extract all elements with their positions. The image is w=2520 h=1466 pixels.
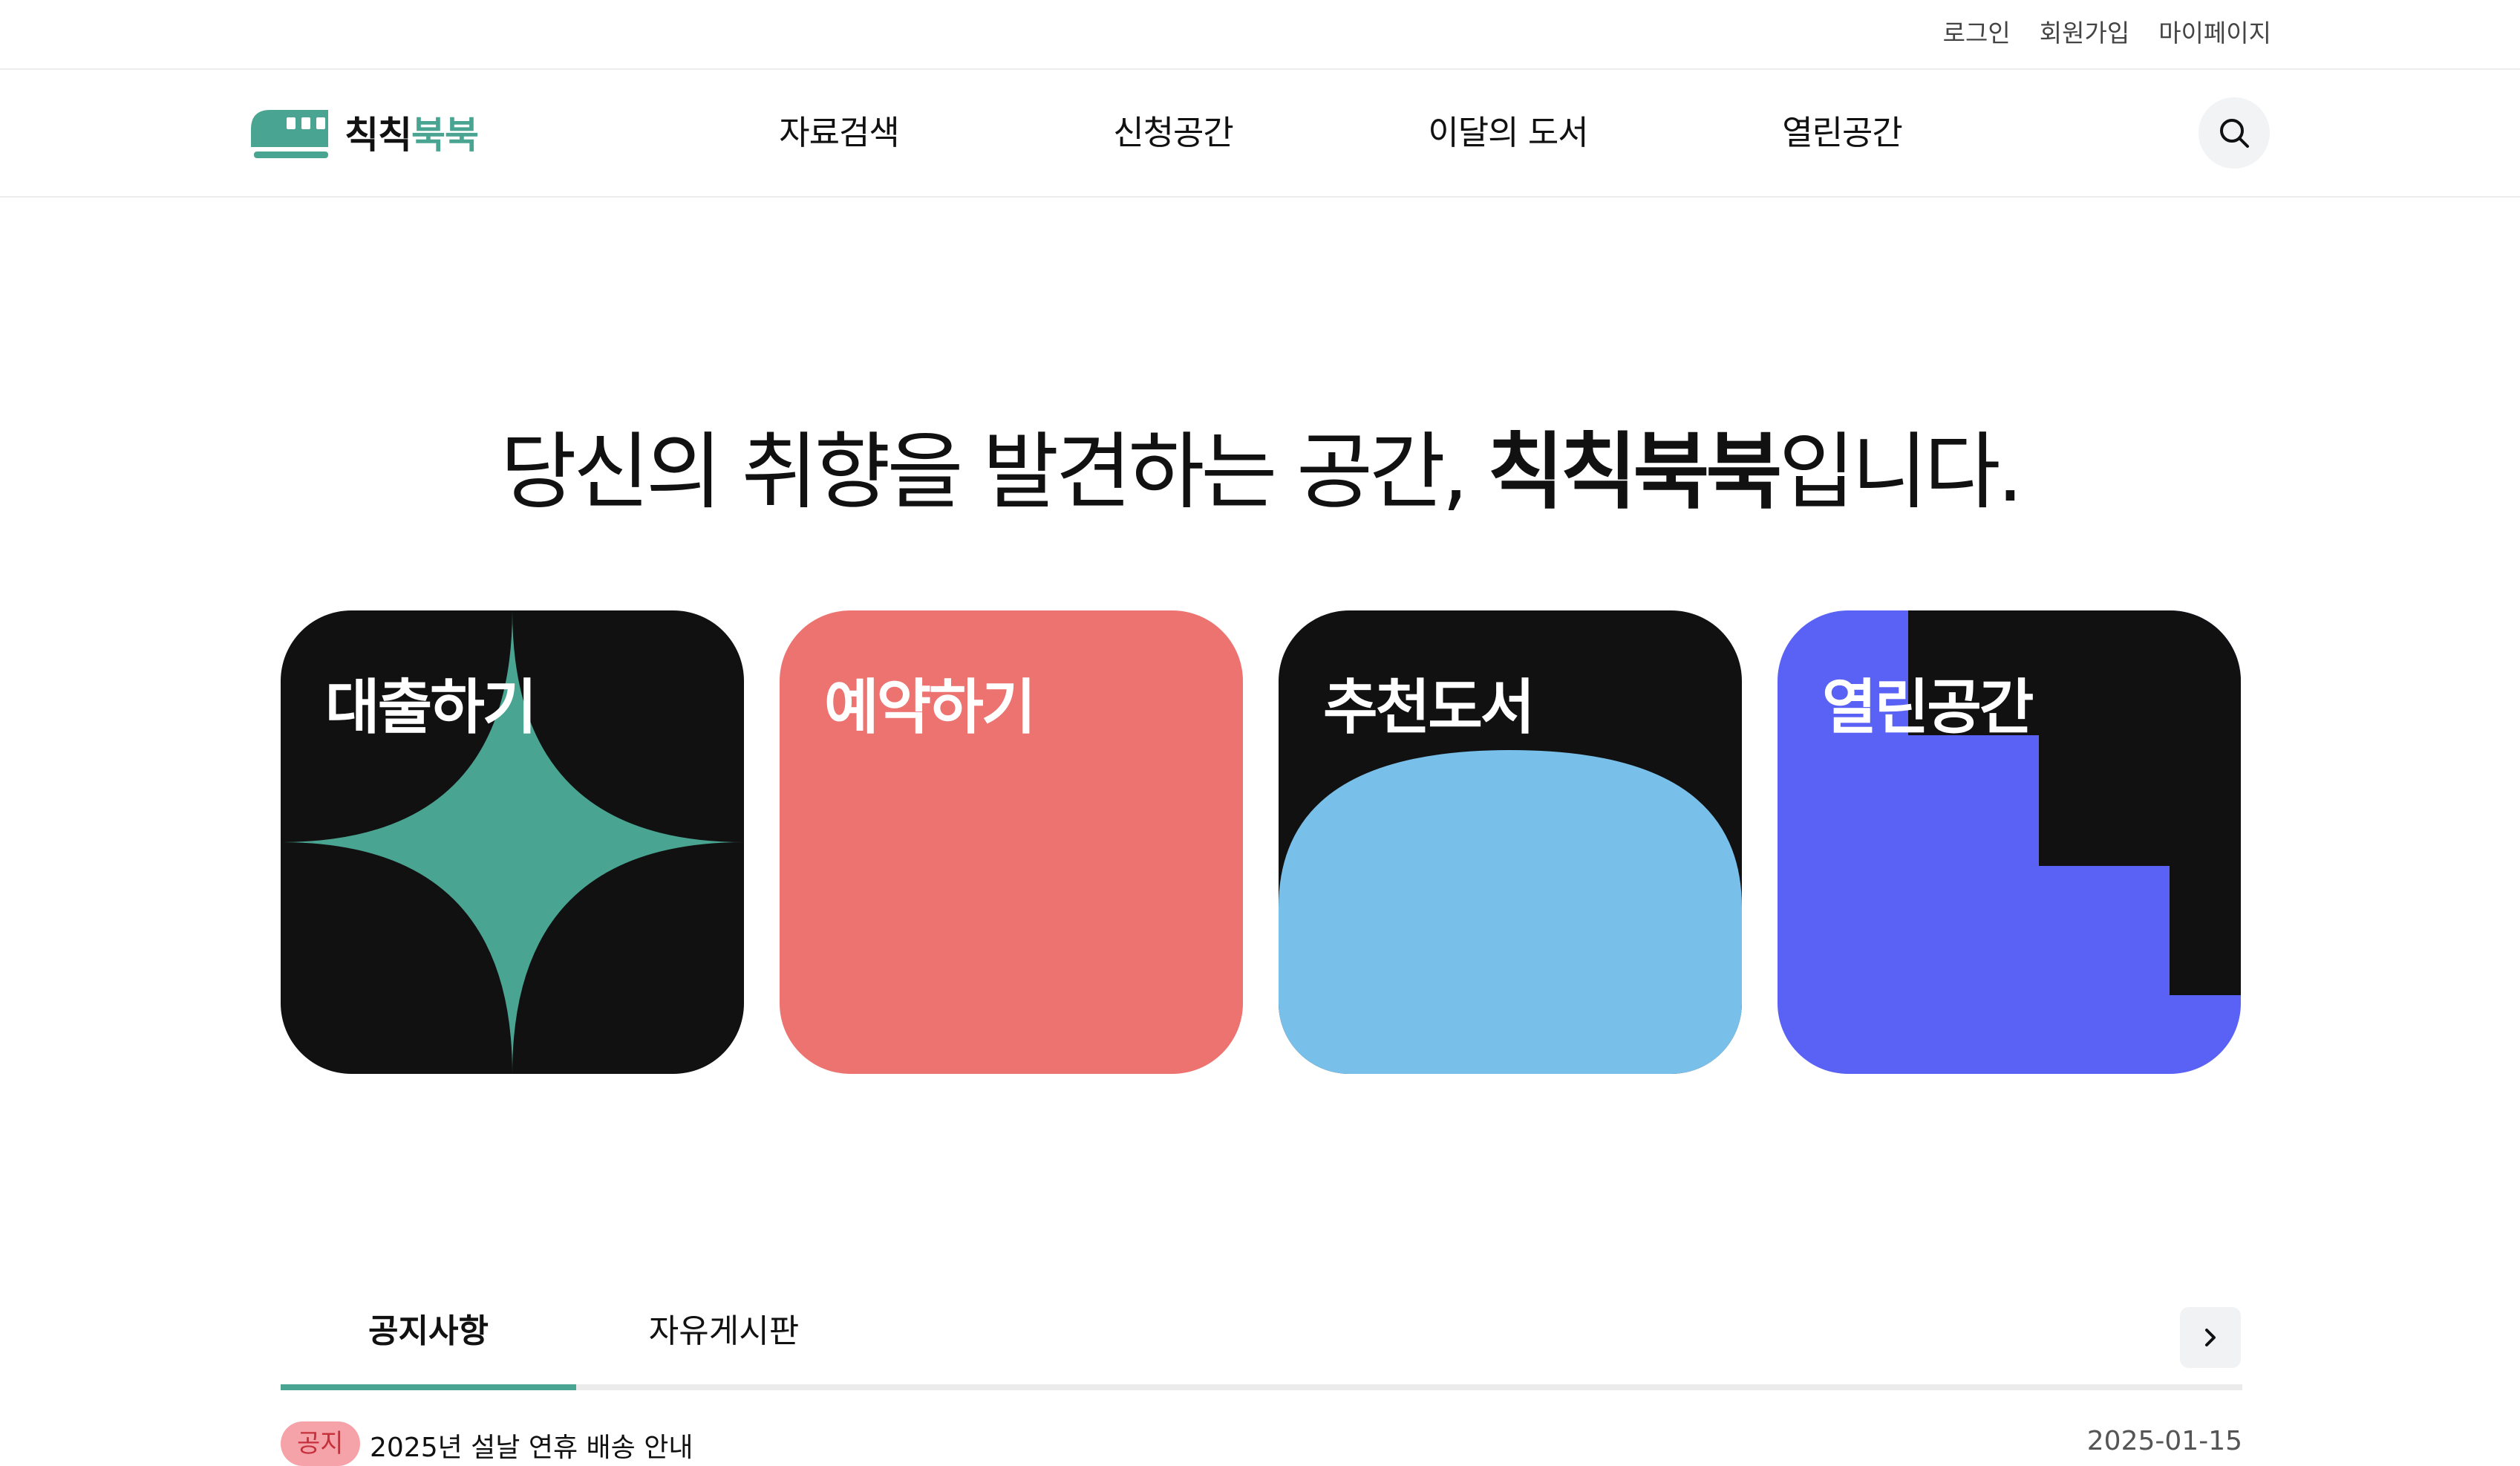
login-link[interactable]: 로그인: [1943, 13, 2011, 49]
card-recommend-label: 추천도서: [1323, 673, 1535, 742]
chevron-right-icon: [2205, 1329, 2216, 1346]
more-button[interactable]: [2180, 1307, 2241, 1368]
search-icon: [2220, 119, 2249, 148]
hero-title: 당신의 취향을 발견하는 공간, 칙칙북북입니다.: [500, 424, 2023, 521]
post-title[interactable]: 2025년 설날 연휴 배송 안내: [370, 1426, 693, 1465]
nav-item-request[interactable]: 신청공간: [1113, 70, 1234, 196]
notice-badge: 공지: [281, 1421, 360, 1466]
card-reserve-label: 예약하기: [824, 673, 1036, 742]
card-loan-label: 대출하기: [325, 673, 537, 742]
main-nav: 자료검색 신청공간 이달의 도서 열린공간: [0, 70, 2520, 196]
card-loan[interactable]: 대출하기: [281, 610, 744, 1074]
card-open-space-label: 열린공간: [1822, 673, 2034, 742]
list-item[interactable]: 공지 2025년 설날 연휴 배송 안내 2025-01-15: [281, 1420, 2242, 1466]
card-open-space[interactable]: 열린공간: [1778, 610, 2241, 1074]
search-button[interactable]: [2199, 97, 2270, 169]
board-tabs: 공지사항 자유게시판: [281, 1292, 2242, 1390]
nav-item-open-space[interactable]: 열린공간: [1782, 70, 1903, 196]
tab-active-indicator: [281, 1384, 576, 1390]
utility-bar: 로그인 회원가입 마이페이지: [0, 0, 2520, 70]
card-recommend[interactable]: 추천도서: [1279, 610, 1742, 1074]
card-reserve[interactable]: 예약하기: [780, 610, 1243, 1074]
header: 칙칙북북 자료검색 신청공간 이달의 도서 열린공간: [0, 70, 2520, 198]
nav-item-search[interactable]: 자료검색: [779, 70, 900, 196]
tab-notice[interactable]: 공지사항: [281, 1292, 576, 1384]
utility-links: 로그인 회원가입 마이페이지: [1943, 0, 2271, 62]
tab-free-board[interactable]: 자유게시판: [576, 1292, 872, 1384]
mypage-link[interactable]: 마이페이지: [2158, 13, 2271, 49]
nav-item-monthly-book[interactable]: 이달의 도서: [1428, 70, 1588, 196]
post-date: 2025-01-15: [2086, 1426, 2242, 1456]
signup-link[interactable]: 회원가입: [2040, 13, 2129, 49]
